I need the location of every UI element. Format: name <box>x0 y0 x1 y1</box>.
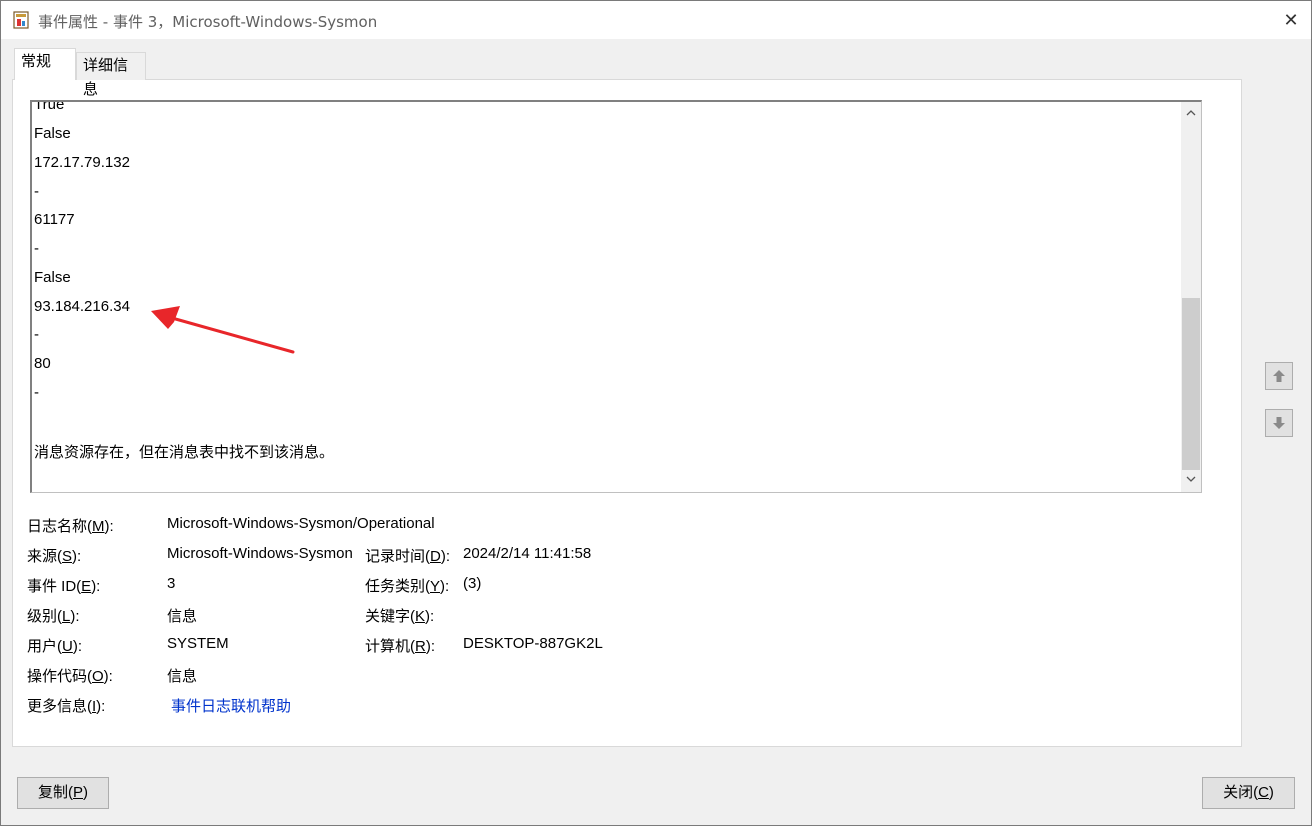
event-log-online-help-link[interactable]: 事件日志联机帮助 <box>171 695 291 716</box>
user-label: 用户(U): <box>27 638 83 655</box>
source-label: 来源(S): <box>27 548 82 565</box>
scroll-thumb[interactable] <box>1182 298 1200 470</box>
close-button[interactable]: 关闭(C) <box>1202 777 1295 809</box>
description-line: - <box>34 384 39 401</box>
description-scrollbar[interactable] <box>1181 102 1201 492</box>
description-line: True <box>34 100 65 113</box>
tab-details[interactable]: 详细信息 <box>76 52 146 98</box>
level-value: 信息 <box>167 608 198 625</box>
opcode-label: 操作代码(O): <box>27 668 113 685</box>
description-line: 172.17.79.132 <box>34 154 130 171</box>
event-id-value: 3 <box>167 575 176 592</box>
description-line: 80 <box>34 355 51 372</box>
task-category-label: 任务类别(Y): <box>365 578 450 595</box>
close-window-button[interactable]: ✕ <box>1277 7 1305 35</box>
log-name-label: 日志名称(M): <box>27 518 114 535</box>
opcode-value: 信息 <box>167 668 198 685</box>
description-line: 61177 <box>34 211 75 228</box>
computer-label: 计算机(R): <box>365 638 436 655</box>
description-line: - <box>34 183 39 200</box>
event-viewer-icon <box>13 11 29 29</box>
description-line: - <box>34 240 39 257</box>
logged-value: 2024/2/14 11:41:58 <box>463 545 592 562</box>
tab-general-label: 常规 <box>21 52 52 70</box>
scroll-up-arrow-icon[interactable] <box>1181 104 1201 124</box>
tab-general[interactable]: 常规 <box>14 48 76 80</box>
computer-value: DESKTOP-887GK2L <box>463 635 603 652</box>
event-id-label: 事件 ID(E): <box>27 578 101 595</box>
logged-label: 记录时间(D): <box>365 548 451 565</box>
user-value: SYSTEM <box>167 635 229 652</box>
level-label: 级别(L): <box>27 608 80 625</box>
previous-event-button[interactable] <box>1265 362 1293 390</box>
title-bar: 事件属性 - 事件 3，Microsoft-Windows-Sysmon ✕ <box>1 1 1311 39</box>
event-description-box[interactable]: True False 172.17.79.132 - 61177 - False… <box>30 100 1202 493</box>
scroll-down-arrow-icon[interactable] <box>1181 470 1201 490</box>
keywords-label: 关键字(K): <box>365 608 435 625</box>
description-line: False <box>34 269 71 286</box>
log-name-value: Microsoft-Windows-Sysmon/Operational <box>167 515 435 532</box>
window-title: 事件属性 - 事件 3，Microsoft-Windows-Sysmon <box>38 13 378 31</box>
description-line: 消息资源存在，但在消息表中找不到该消息。 <box>34 444 335 461</box>
copy-button[interactable]: 复制(P) <box>17 777 109 809</box>
more-info-label: 更多信息(I): <box>27 698 106 715</box>
description-line: False <box>34 125 71 142</box>
source-value: Microsoft-Windows-Sysmon <box>167 545 353 562</box>
next-event-button[interactable] <box>1265 409 1293 437</box>
description-line: - <box>34 326 39 343</box>
task-category-value: (3) <box>463 575 482 592</box>
description-line: 93.184.216.34 <box>34 298 130 315</box>
